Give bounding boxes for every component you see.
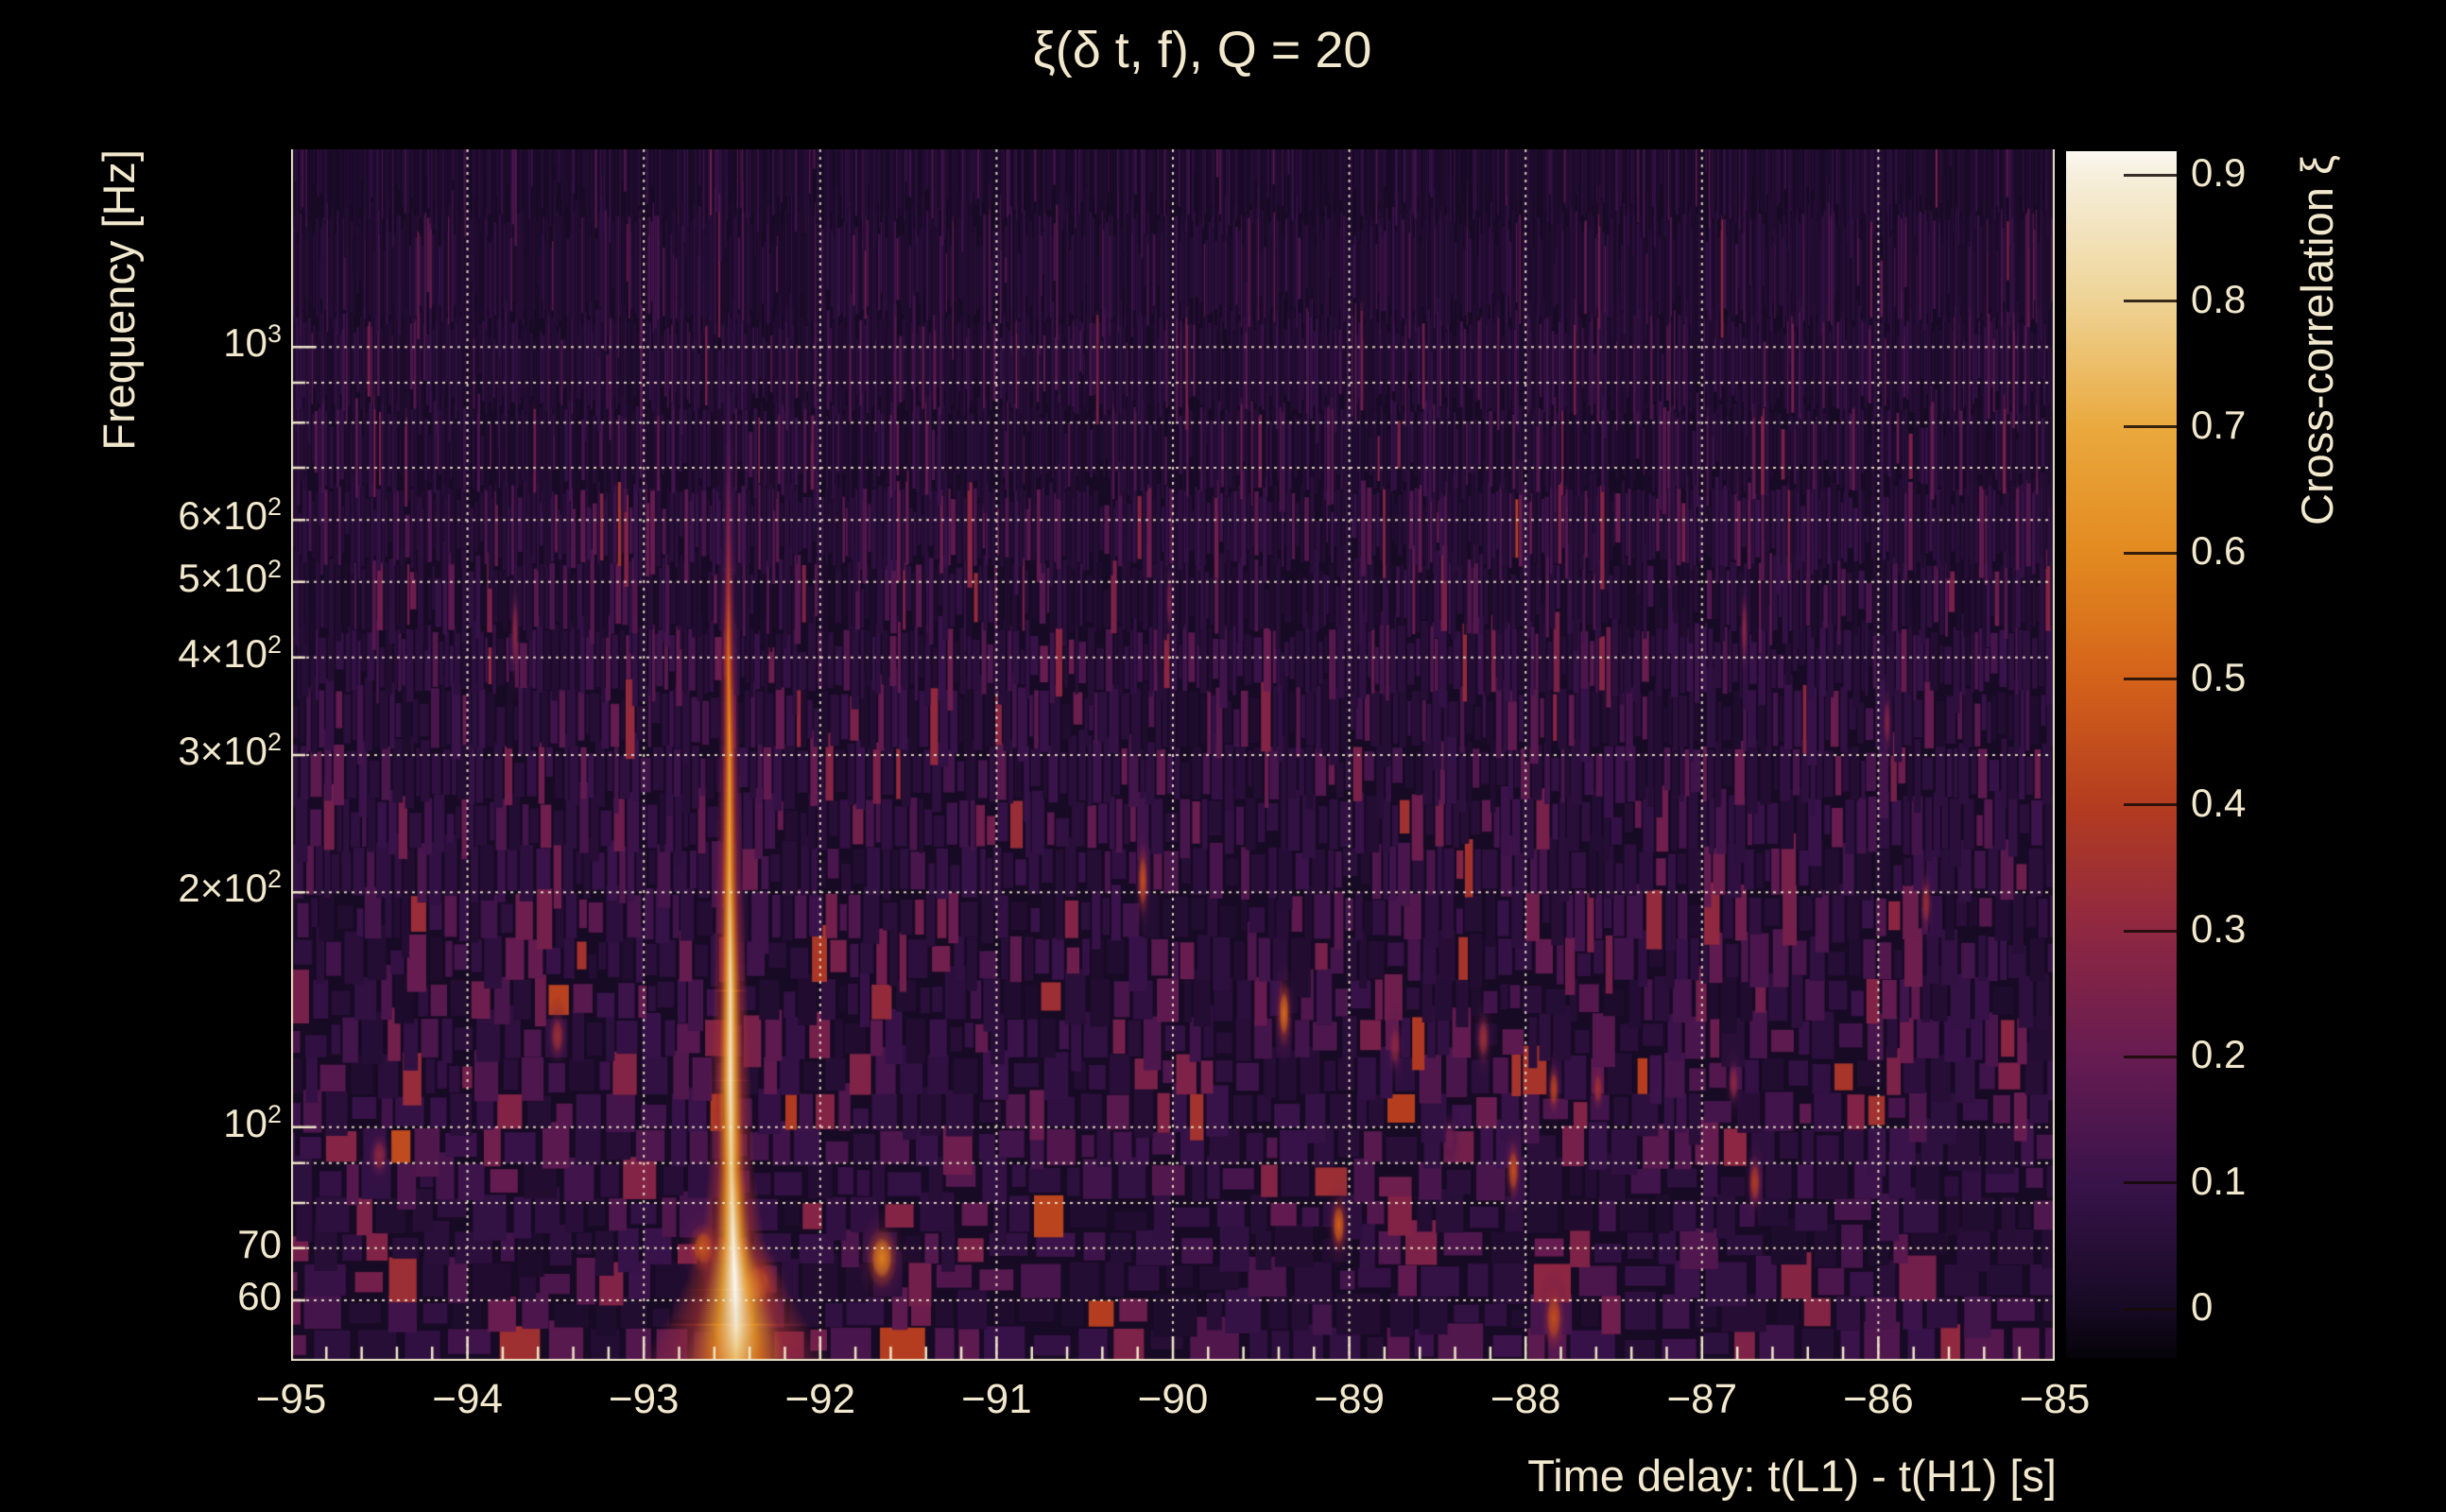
x-tick-label: −91: [961, 1376, 1032, 1423]
page: { "figure": { "background": "#000000", "…: [0, 0, 2446, 1512]
colorbar-tickmark: [2124, 1056, 2177, 1058]
colorbar-tickmark: [2124, 174, 2177, 177]
colorbar-tickmark: [2124, 930, 2177, 933]
colorbar-tickmark: [2124, 425, 2177, 428]
x-tick-label: −86: [1843, 1376, 1914, 1423]
colorbar-tick-label: 0.1: [2191, 1159, 2246, 1204]
heatmap-canvas: [291, 149, 2055, 1361]
colorbar-title: Cross-correlation ξ: [2291, 155, 2343, 525]
colorbar-tick-label: 0.2: [2191, 1032, 2246, 1077]
y-tick-label: 103: [0, 320, 282, 366]
x-tick-label: −93: [609, 1376, 680, 1423]
y-tick-label: 6×102: [0, 493, 282, 539]
colorbar-tickmark: [2124, 552, 2177, 555]
y-tick-label: 3×102: [0, 729, 282, 774]
x-axis-title: Time delay: t(L1) - t(H1) [s]: [1527, 1450, 2057, 1502]
y-tick-label: 60: [0, 1274, 282, 1319]
colorbar-tickmark: [2124, 803, 2177, 806]
colorbar-tick-label: 0.9: [2191, 150, 2246, 196]
colorbar-tick-label: 0.3: [2191, 906, 2246, 952]
colorbar-tickmark: [2124, 1308, 2177, 1311]
x-tick-label: −88: [1490, 1376, 1561, 1423]
colorbar-tickmark: [2124, 678, 2177, 680]
x-tick-label: −92: [784, 1376, 855, 1423]
x-tick-label: −87: [1666, 1376, 1737, 1423]
x-tick-label: −94: [432, 1376, 503, 1423]
y-tick-label: 2×102: [0, 866, 282, 911]
colorbar-tick-label: 0.6: [2191, 528, 2246, 574]
x-tick-label: −90: [1138, 1376, 1209, 1423]
colorbar: [2066, 151, 2177, 1358]
chart-title: ξ(δ t, f), Q = 20: [1033, 21, 1372, 79]
colorbar-tick-label: 0.8: [2191, 277, 2246, 322]
colorbar-tick-label: 0.5: [2191, 655, 2246, 700]
y-tick-label: 70: [0, 1222, 282, 1267]
x-tick-label: −89: [1314, 1376, 1385, 1423]
colorbar-tick-label: 0.7: [2191, 403, 2246, 448]
colorbar-gradient: [2066, 151, 2177, 1358]
x-tick-label: −95: [256, 1376, 327, 1423]
x-tick-label: −85: [2020, 1376, 2091, 1423]
y-tick-label: 102: [0, 1101, 282, 1146]
y-tick-label: 4×102: [0, 631, 282, 677]
colorbar-tickmark: [2124, 1181, 2177, 1184]
colorbar-tickmark: [2124, 300, 2177, 302]
y-axis-title: Frequency [Hz]: [93, 149, 145, 451]
colorbar-tick-label: 0: [2191, 1284, 2213, 1330]
y-tick-label: 5×102: [0, 556, 282, 601]
colorbar-tick-label: 0.4: [2191, 781, 2246, 826]
